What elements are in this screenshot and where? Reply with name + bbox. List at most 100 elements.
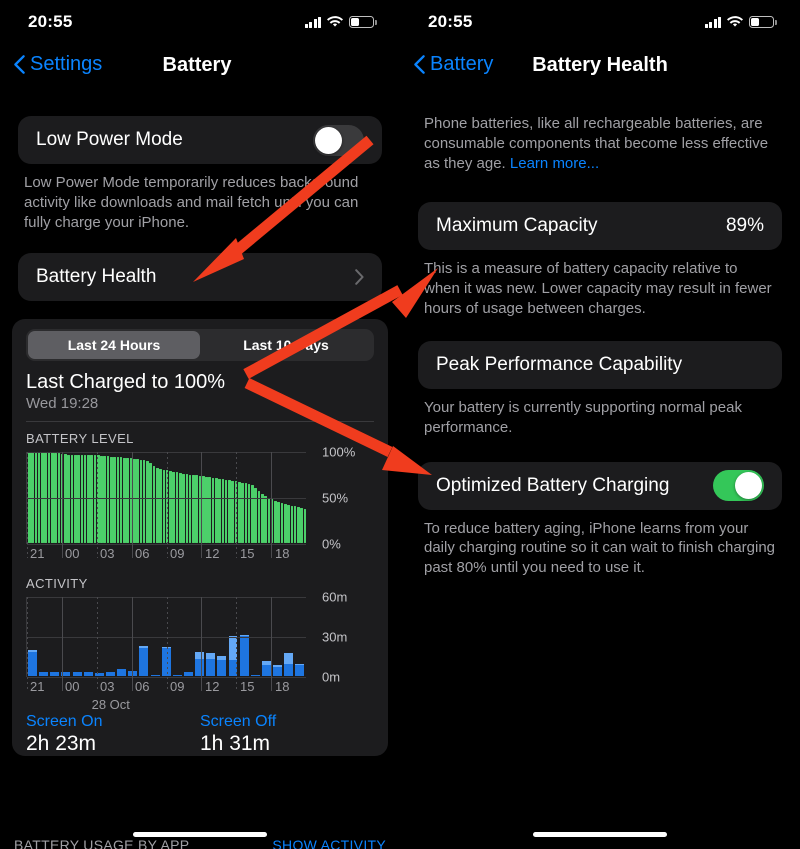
battery-level-bar — [178, 472, 182, 543]
battery-level-x-tick: 12 — [205, 545, 220, 561]
status-bar-left: 20:55 — [0, 0, 400, 44]
battery-level-bar — [103, 456, 107, 543]
activity-y-tick: 0m — [322, 669, 341, 685]
page-title: Battery — [162, 54, 232, 76]
battery-icon — [749, 16, 777, 28]
battery-level-x-tick: 09 — [170, 545, 185, 561]
battery-level-bar — [175, 471, 179, 543]
learn-more-link[interactable]: Learn more... — [510, 155, 599, 172]
divider — [26, 420, 374, 422]
battery-level-bar — [139, 460, 143, 543]
peak-performance-footnote: Your battery is currently supporting nor… — [424, 398, 742, 436]
low-power-mode-label: Low Power Mode — [36, 129, 183, 150]
optimized-charging-row[interactable]: Optimized Battery Charging — [418, 462, 782, 510]
battery-level-bar — [126, 458, 130, 543]
wifi-icon — [327, 16, 343, 28]
battery-health-row[interactable]: Battery Health — [18, 253, 382, 301]
status-bar-icons — [304, 14, 377, 28]
battery-level-bar — [152, 466, 156, 543]
battery-level-bar — [231, 480, 235, 543]
battery-level-plot-area — [26, 451, 307, 558]
cellular-signal-icon — [704, 16, 721, 28]
maximum-capacity-label: Maximum Capacity — [436, 214, 598, 236]
battery-level-bar — [251, 485, 254, 543]
home-indicator — [133, 832, 267, 837]
screen-off-stat: Screen Off 1h 31m — [200, 713, 374, 756]
optimized-charging-card: Optimized Battery Charging — [418, 461, 782, 510]
cellular-signal-icon — [304, 16, 321, 28]
low-power-mode-toggle[interactable] — [313, 124, 364, 156]
activity-plot: 0m 30m 60m — [26, 589, 374, 691]
battery-level-bar — [224, 480, 228, 543]
battery-usage-by-app-label: BATTERY USAGE BY APP — [14, 837, 190, 849]
battery-level-chart: BATTERY LEVEL 0% 50% 100% 21 00 03 06 09 12 15 18 — [26, 431, 374, 564]
screen-on-stat: Screen On 2h 23m — [26, 713, 200, 756]
battery-level-bar — [146, 460, 149, 543]
battery-level-bar — [215, 478, 218, 543]
status-bar-icons — [704, 14, 777, 28]
battery-level-bar — [185, 473, 189, 543]
battery-level-y-tick: 0% — [322, 536, 341, 552]
battery-health-card: Battery Health — [18, 252, 382, 301]
battery-level-bar — [228, 480, 231, 543]
status-bar-time: 20:55 — [28, 12, 73, 31]
page-title: Battery Health — [532, 54, 668, 76]
battery-level-bar — [264, 496, 267, 543]
last-charged-timestamp: Wed 19:28 — [26, 394, 99, 412]
battery-level-bar — [280, 502, 284, 543]
activity-x-tick: 15 — [240, 678, 255, 694]
battery-health-intro: Phone batteries, like all rechargeable b… — [424, 114, 776, 174]
battery-level-bar — [277, 501, 280, 543]
battery-level-bar — [169, 470, 172, 543]
segment-last-10-days[interactable]: Last 10 Days — [200, 331, 372, 359]
peak-performance-row: Peak Performance Capability — [418, 341, 782, 389]
maximum-capacity-footnote: This is a measure of battery capacity re… — [424, 259, 772, 317]
time-range-segmented-control[interactable]: Last 24 Hours Last 10 Days — [26, 328, 374, 361]
home-indicator — [533, 832, 667, 837]
activity-chart: ACTIVITY 0m 30m 60m 28 Oct 21 00 03 06 09 12 15 1… — [26, 576, 374, 712]
activity-plot-area — [26, 596, 306, 691]
activity-x-tick: 21 — [30, 678, 45, 694]
battery-level-bar — [113, 457, 116, 543]
battery-level-x-tick: 03 — [100, 545, 115, 561]
segment-last-24-hours[interactable]: Last 24 Hours — [28, 330, 200, 359]
battery-level-bar — [287, 504, 290, 543]
nav-bar-right: Battery Battery Health — [400, 44, 800, 92]
low-power-mode-row[interactable]: Low Power Mode — [18, 116, 382, 164]
battery-usage-card: Last 24 Hours Last 10 Days Last Charged … — [12, 318, 388, 849]
battery-health-screen: 20:55 Battery Battery Health Phone batte… — [400, 0, 800, 849]
low-power-mode-footnote: Low Power Mode temporarily reduces backg… — [24, 174, 359, 231]
battery-level-x-tick: 00 — [65, 545, 80, 561]
optimized-charging-label: Optimized Battery Charging — [436, 474, 670, 496]
show-activity-button[interactable]: SHOW ACTIVITY — [272, 837, 386, 849]
battery-level-bar — [283, 503, 287, 543]
battery-level-bar — [136, 459, 139, 543]
battery-level-bar — [290, 505, 294, 543]
peak-performance-card: Peak Performance Capability — [418, 340, 782, 389]
battery-level-bar — [293, 506, 297, 543]
battery-level-bar — [192, 475, 195, 543]
battery-level-bar — [297, 507, 300, 543]
last-charged-title: Last Charged to 100% — [26, 370, 226, 393]
battery-level-bar — [155, 468, 159, 543]
optimized-charging-footnote: To reduce battery aging, iPhone learns f… — [424, 519, 776, 577]
battery-level-bar — [218, 479, 221, 543]
battery-level-bar — [116, 457, 120, 543]
activity-x-tick: 09 — [170, 678, 185, 694]
status-bar-time: 20:55 — [428, 12, 473, 31]
activity-x-tick: 12 — [205, 678, 220, 694]
battery-level-bar — [159, 469, 162, 543]
activity-y-tick: 60m — [322, 589, 348, 605]
battery-level-y-tick: 50% — [322, 490, 349, 506]
battery-level-bar — [241, 482, 244, 543]
screen-off-label: Screen Off — [200, 712, 277, 730]
screen-on-label: Screen On — [26, 712, 103, 730]
low-power-mode-card: Low Power Mode — [18, 116, 382, 164]
battery-health-label: Battery Health — [36, 265, 157, 287]
battery-level-bar — [119, 457, 123, 543]
battery-level-bar — [267, 498, 271, 543]
battery-level-x-tick: 06 — [135, 545, 150, 561]
usage-footer: BATTERY USAGE BY APP SHOW ACTIVITY — [0, 837, 400, 849]
optimized-charging-toggle[interactable] — [713, 470, 764, 501]
battery-level-bar — [205, 477, 208, 543]
